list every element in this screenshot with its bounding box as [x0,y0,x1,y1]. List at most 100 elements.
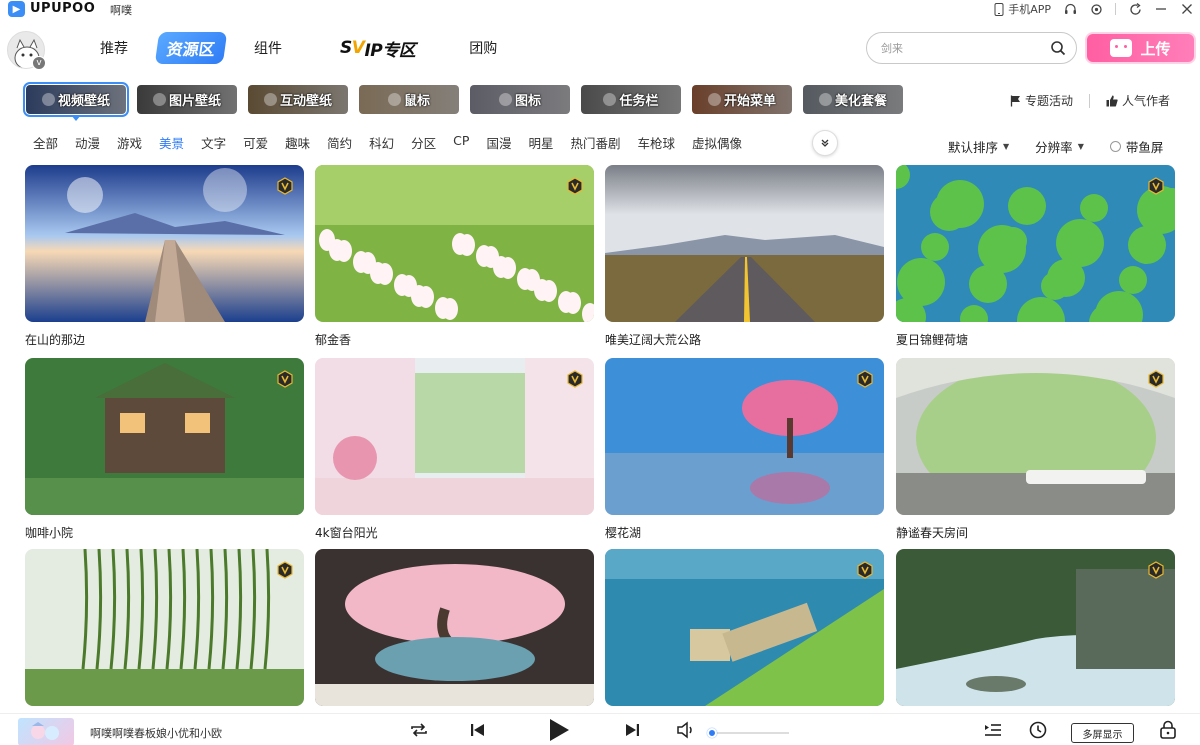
playlist-icon [985,724,1001,736]
wallpaper-thumbnail[interactable] [315,549,594,706]
volume-slider[interactable] [709,732,789,734]
tag-item[interactable]: 趣味 [285,133,327,152]
user-name[interactable]: 啊噗 [110,2,132,18]
fish-screen-radio[interactable] [1109,141,1121,152]
category-label: 图标 [514,94,541,109]
vip-badge-icon [277,177,293,195]
expand-tags-button[interactable] [812,130,838,156]
wallpaper-thumbnail[interactable] [896,358,1175,515]
wallpaper-card[interactable]: 咖啡小院 [25,358,304,540]
tag-item[interactable]: 热门番剧 [570,133,637,152]
resolution-dropdown[interactable]: 分辨率 ▼ [1035,137,1084,156]
category-button[interactable]: 鼠标 [359,85,459,114]
upload-button[interactable]: 上传 [1085,32,1196,64]
lock-button[interactable] [1159,720,1177,740]
category-label: 视频壁纸 [57,94,110,109]
wallpaper-thumbnail[interactable] [605,165,884,322]
wallpaper-card[interactable]: 4k窗台阳光 [315,358,594,540]
category-button[interactable]: 图标 [470,85,570,114]
minimize-icon[interactable] [1154,2,1168,16]
phone-icon [994,2,1004,16]
phone-app-button[interactable]: 手机APP [994,1,1051,17]
wallpaper-card[interactable]: 郁金香 [315,165,594,347]
nav-widgets[interactable]: 组件 [239,32,297,64]
category-label: 美化套餐 [834,94,887,109]
search-input[interactable] [881,41,1050,55]
wallpaper-card[interactable]: 静谧春天房间 [896,358,1175,540]
previous-track-button[interactable] [469,720,487,740]
wallpaper-card[interactable] [896,549,1175,729]
nav-group-buy[interactable]: 团购 [454,32,512,64]
multi-screen-button[interactable]: 多屏显示 [1071,723,1134,743]
tag-item[interactable]: 分区 [411,133,453,152]
category-button[interactable]: 图片壁纸 [137,85,237,114]
wallpaper-thumbnail[interactable] [315,358,594,515]
wallpaper-card[interactable]: 樱花湖 [605,358,884,540]
phone-app-label: 手机APP [1008,3,1051,16]
wallpaper-card[interactable] [25,549,304,729]
tag-item[interactable]: 全部 [33,133,75,152]
category-button[interactable]: 视频壁纸 [23,82,129,121]
wallpaper-card[interactable]: 夏日锦鲤荷塘 [896,165,1175,347]
topic-events-link[interactable]: 专题活动 [1010,92,1073,109]
playlist-button[interactable] [983,720,1003,740]
wallpaper-thumbnail[interactable] [605,358,884,515]
wallpaper-thumbnail[interactable] [315,165,594,322]
wallpaper-card[interactable] [605,549,884,729]
wallpaper-thumbnail[interactable] [896,549,1175,706]
sort-order-dropdown[interactable]: 默认排序 ▼ [948,137,1009,156]
wallpaper-card[interactable]: 唯美辽阔大荒公路 [605,165,884,347]
tag-item[interactable]: 虚拟偶像 [692,133,759,152]
refresh-icon[interactable] [1128,2,1142,16]
tag-item[interactable]: 可爱 [243,133,285,152]
fish-screen-label: 带鱼屏 [1125,140,1164,155]
wallpaper-thumbnail[interactable] [605,549,884,706]
tag-item[interactable]: 明星 [528,133,570,152]
wallpaper-card[interactable]: 在山的那边 [25,165,304,347]
category-button[interactable]: 互动壁纸 [248,85,348,114]
nav-recommend[interactable]: 推荐 [85,32,143,64]
timer-button[interactable] [1028,720,1048,740]
tag-item[interactable]: 游戏 [117,133,159,152]
tag-item[interactable]: 科幻 [369,133,411,152]
chevron-double-down-icon [821,139,829,147]
tag-item[interactable]: 美景 [159,133,201,152]
search-icon[interactable] [1050,40,1066,56]
tag-item[interactable]: 简约 [327,133,369,152]
play-button[interactable] [545,717,571,743]
volume-knob[interactable] [707,728,717,738]
wallpaper-thumbnail[interactable] [896,165,1175,322]
tag-item[interactable]: 文字 [201,133,243,152]
category-icon [152,93,166,106]
nav-svip[interactable]: S V IP专区 [325,32,430,64]
wallpaper-thumbnail[interactable] [25,165,304,322]
volume-button[interactable] [676,720,696,740]
wallpaper-thumbnail[interactable] [25,549,304,706]
tag-item[interactable]: CP [453,133,486,152]
wallpaper-thumbnail[interactable] [25,358,304,515]
wallpaper-title: 唯美辽阔大荒公路 [605,333,702,347]
close-icon[interactable] [1180,2,1194,16]
links-divider [1089,93,1091,108]
headset-icon[interactable] [1063,2,1077,16]
album-cover[interactable] [18,718,74,745]
repeat-button[interactable] [409,720,429,740]
tag-item[interactable]: 车枪球 [637,133,692,152]
wallpaper-card[interactable] [315,549,594,729]
vip-badge-icon [1148,561,1164,579]
wallpaper-grid: 在山的那边 郁金香 唯美辽阔大荒公路 夏日锦鲤荷塘 咖啡小院 4k窗台阳光 樱花… [25,165,1177,707]
wallpaper-title: 静谧春天房间 [896,526,969,540]
wallpaper-title: 4k窗台阳光 [315,526,378,540]
vip-badge-icon [857,561,873,579]
sort-bar: 默认排序 ▼ 分辨率 ▼ 带鱼屏 [948,137,1163,156]
popular-authors-link[interactable]: 人气作者 [1106,92,1170,109]
fish-screen-option[interactable]: 带鱼屏 [1109,137,1164,156]
category-button[interactable]: 开始菜单 [692,85,792,114]
settings-gear-icon[interactable] [1089,2,1103,16]
nav-resources[interactable]: 资源区 [154,32,228,64]
category-button[interactable]: 任务栏 [581,85,681,114]
category-button[interactable]: 美化套餐 [803,85,903,114]
next-track-button[interactable] [623,720,641,740]
tag-item[interactable]: 国漫 [486,133,528,152]
tag-item[interactable]: 动漫 [75,133,117,152]
